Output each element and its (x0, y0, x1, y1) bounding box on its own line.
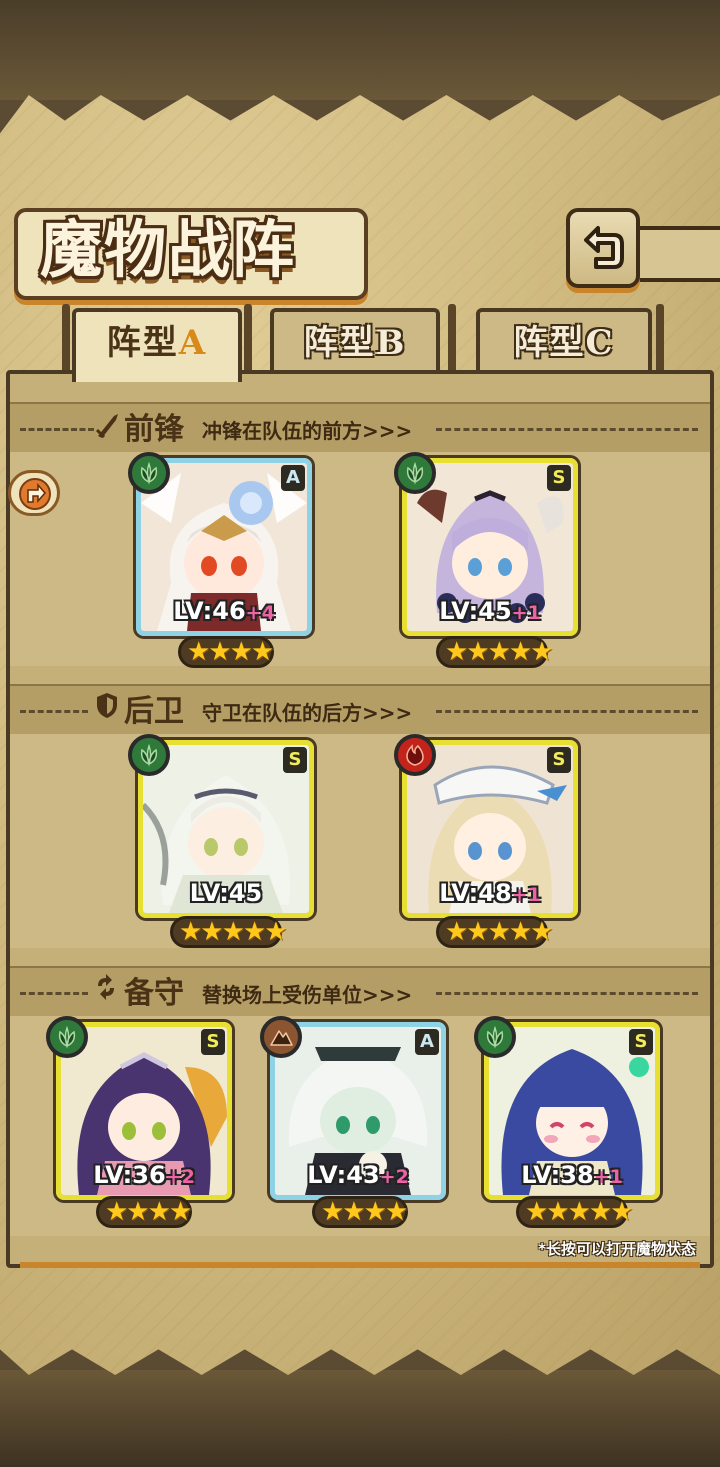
divider (436, 710, 698, 713)
reserve-section-description: 替换场上受伤单位>>> (202, 983, 413, 1007)
divider (20, 992, 88, 995)
page-title: 魔物战阵 (40, 213, 297, 286)
leaf-element-icon (128, 452, 170, 494)
tab-letter: A (178, 323, 208, 363)
shield-icon (97, 693, 117, 718)
monster-level: LV:36+2 (61, 1161, 227, 1189)
divider (436, 992, 698, 995)
tab-formation-c[interactable]: 阵型C (476, 308, 652, 372)
top-background (0, 0, 720, 100)
tab-divider (448, 304, 456, 374)
back-section-label: 后卫 (124, 694, 184, 729)
star-rating: ★★★★★ (170, 916, 288, 948)
rank-badge: S (629, 1029, 653, 1055)
reserve-section-label: 备守 (124, 976, 184, 1011)
level-bonus: +1 (593, 1166, 623, 1188)
divider (20, 710, 88, 713)
level-text: LV:36 (93, 1161, 166, 1189)
rank-badge: S (547, 747, 571, 773)
level-bonus: +1 (511, 884, 541, 906)
rank-badge: A (281, 465, 305, 491)
side-toggle-button[interactable] (8, 470, 60, 516)
long-press-hint: *长按可以打开魔物状态 (538, 1240, 696, 1258)
monster-level: LV:45+1 (407, 597, 573, 625)
leaf-element-icon (474, 1016, 516, 1058)
panel-bottom-trim (20, 1262, 700, 1268)
tab-formation-b[interactable]: 阵型B (270, 308, 440, 372)
front-row-area (10, 452, 710, 666)
back-row-area (10, 734, 710, 948)
level-bonus: +2 (165, 1166, 195, 1188)
level-text: LV:43 (307, 1161, 380, 1189)
tab-letter: B (375, 323, 407, 363)
divider (20, 428, 94, 431)
sword-icon (95, 414, 118, 439)
star-rating: ★★★★★ (436, 916, 554, 948)
monster-level: LV:38+1 (489, 1161, 655, 1189)
return-arrow-icon (584, 226, 624, 269)
front-section-label: 前锋 (124, 412, 184, 447)
tab-divider (244, 304, 252, 374)
level-text: LV:48 (439, 879, 512, 907)
tab-formation-a[interactable]: 阵型A (72, 308, 242, 382)
star-rating: ★★★★★ (516, 1196, 634, 1228)
star-rating: ★★★★ (96, 1196, 192, 1228)
mountain-element-icon (260, 1016, 302, 1058)
bottom-background (0, 1370, 720, 1467)
back-button[interactable] (566, 208, 640, 288)
level-text: LV:45 (439, 597, 512, 625)
rank-badge: S (201, 1029, 225, 1055)
side-arrow-icon (19, 478, 51, 510)
swap-icon (98, 974, 114, 1000)
back-button-rail (636, 226, 720, 282)
monster-level: LV:43+2 (275, 1161, 441, 1189)
back-section-description: 守卫在队伍的后方>>> (202, 701, 413, 725)
star-rating: ★★★★ (312, 1196, 408, 1228)
tab-divider (62, 304, 70, 374)
leaf-element-icon (46, 1016, 88, 1058)
level-text: LV:38 (521, 1161, 594, 1189)
tab-letter: C (585, 323, 615, 363)
rank-badge: S (283, 747, 307, 773)
tab-label: 阵型 (513, 323, 586, 363)
rank-badge: S (547, 465, 571, 491)
tab-divider (656, 304, 664, 374)
level-bonus: +4 (245, 602, 275, 624)
level-text: LV:45 (189, 879, 263, 907)
monster-level: LV:48+1 (407, 879, 573, 907)
front-section-description: 冲锋在队伍的前方>>> (202, 419, 413, 443)
rank-badge: A (415, 1029, 439, 1055)
star-rating: ★★★★★ (436, 636, 554, 668)
divider (436, 428, 698, 431)
monster-level: LV:46+4 (141, 597, 307, 625)
level-bonus: +2 (379, 1166, 409, 1188)
tab-label: 阵型 (303, 323, 376, 363)
leaf-element-icon (394, 452, 436, 494)
level-text: LV:46 (173, 597, 246, 625)
flame-element-icon (394, 734, 436, 776)
level-bonus: +1 (511, 602, 541, 624)
monster-level: LV:45 (143, 879, 309, 907)
leaf-element-icon (128, 734, 170, 776)
star-rating: ★★★★ (178, 636, 274, 668)
tab-label: 阵型 (106, 323, 179, 363)
